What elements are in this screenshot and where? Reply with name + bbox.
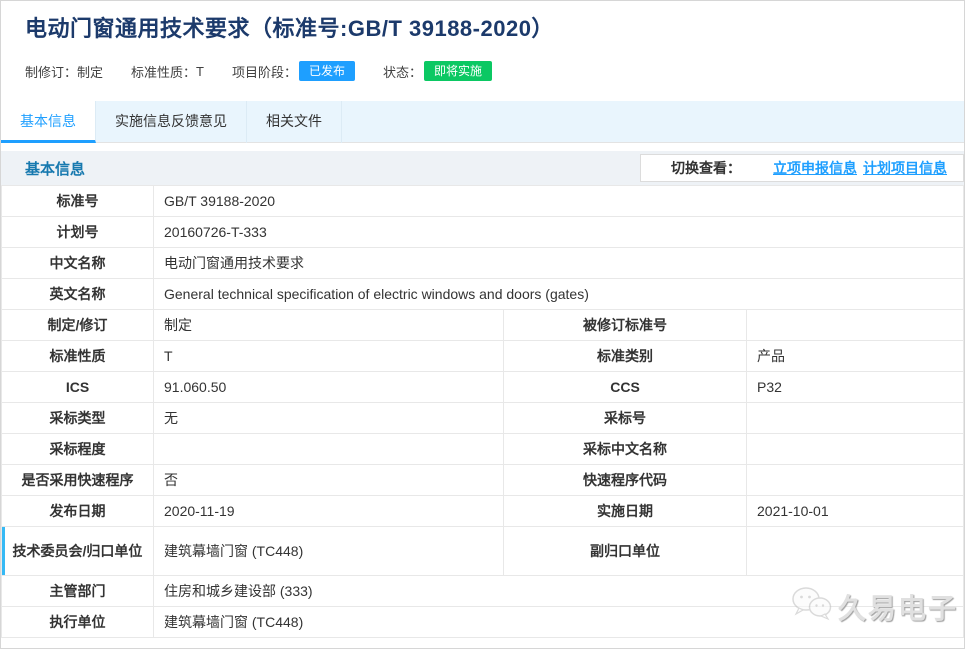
- table-row-adoption-type: 采标类型 无 采标号: [2, 403, 964, 434]
- switch-view-box: 切换查看： 立项申报信息 计划项目信息: [640, 154, 964, 182]
- row-value: [747, 434, 964, 465]
- table-row-chinese-name: 中文名称 电动门窗通用技术要求: [2, 248, 964, 279]
- row-value: [747, 310, 964, 341]
- table-row-ics-ccs: ICS 91.060.50 CCS P32: [2, 372, 964, 403]
- meta-status-label: 状态：: [383, 62, 422, 81]
- page-title: 电动门窗通用技术要求（标准号:GB/T 39188-2020）: [25, 14, 940, 44]
- table-row-executing-unit: 执行单位 建筑幕墙门窗 (TC448): [2, 607, 964, 638]
- table-row-revision-type: 制定/修订 制定 被修订标准号: [2, 310, 964, 341]
- meta-standard-nature-value: T: [196, 64, 204, 79]
- meta-revision: 制修订： 制定: [25, 62, 103, 81]
- tab-implementation-feedback[interactable]: 实施信息反馈意见: [96, 101, 247, 143]
- section-header: 基本信息 切换查看： 立项申报信息 计划项目信息: [1, 151, 964, 185]
- row-value: 91.060.50: [154, 372, 504, 403]
- tab-bar: 基本信息 实施信息反馈意见 相关文件: [1, 101, 964, 143]
- switch-view-label: 切换查看：: [671, 158, 741, 178]
- row-value: 产品: [747, 341, 964, 372]
- row-label: 采标类型: [2, 403, 154, 434]
- page-header: 电动门窗通用技术要求（标准号:GB/T 39188-2020） 制修订： 制定 …: [1, 1, 964, 82]
- row-value: 住房和城乡建设部 (333): [154, 576, 964, 607]
- row-label: 快速程序代码: [504, 465, 747, 496]
- row-label: 采标号: [504, 403, 747, 434]
- tab-basic-info[interactable]: 基本信息: [1, 101, 96, 143]
- row-value: General technical specification of elect…: [154, 279, 964, 310]
- row-label: 采标程度: [2, 434, 154, 465]
- row-value: [747, 403, 964, 434]
- row-value: 2021-10-01: [747, 496, 964, 527]
- row-label: 执行单位: [2, 607, 154, 638]
- row-label: 中文名称: [2, 248, 154, 279]
- table-row-dates: 发布日期 2020-11-19 实施日期 2021-10-01: [2, 496, 964, 527]
- row-label: 被修订标准号: [504, 310, 747, 341]
- row-value: 制定: [154, 310, 504, 341]
- row-value: [747, 527, 964, 576]
- standard-info-table: 标准号 GB/T 39188-2020 计划号 20160726-T-333 中…: [1, 185, 964, 638]
- meta-revision-value: 制定: [77, 62, 103, 81]
- table-row-competent-department: 主管部门 住房和城乡建设部 (333): [2, 576, 964, 607]
- meta-revision-label: 制修订：: [25, 62, 77, 81]
- row-value: GB/T 39188-2020: [154, 186, 964, 217]
- row-label: ICS: [2, 372, 154, 403]
- tab-related-files[interactable]: 相关文件: [247, 101, 342, 143]
- link-project-application-info[interactable]: 立项申报信息: [773, 158, 857, 178]
- section-title: 基本信息: [25, 158, 85, 179]
- row-label: 副归口单位: [504, 527, 747, 576]
- table-row-standard-number: 标准号 GB/T 39188-2020: [2, 186, 964, 217]
- row-value: 建筑幕墙门窗 (TC448): [154, 527, 504, 576]
- row-value: 20160726-T-333: [154, 217, 964, 248]
- stage-badge: 已发布: [299, 61, 355, 81]
- meta-bar: 制修订： 制定 标准性质： T 项目阶段： 已发布 状态： 即将实施: [25, 60, 940, 82]
- row-value: 2020-11-19: [154, 496, 504, 527]
- row-label: 实施日期: [504, 496, 747, 527]
- row-label: 采标中文名称: [504, 434, 747, 465]
- table-row-standard-nature: 标准性质 T 标准类别 产品: [2, 341, 964, 372]
- meta-status: 状态： 即将实施: [383, 61, 492, 81]
- table-row-technical-committee: 技术委员会/归口单位 建筑幕墙门窗 (TC448) 副归口单位: [2, 527, 964, 576]
- row-value: T: [154, 341, 504, 372]
- status-badge: 即将实施: [424, 61, 492, 81]
- row-label: 标准类别: [504, 341, 747, 372]
- table-row-english-name: 英文名称 General technical specification of …: [2, 279, 964, 310]
- row-value: 电动门窗通用技术要求: [154, 248, 964, 279]
- row-label: 英文名称: [2, 279, 154, 310]
- row-value: 建筑幕墙门窗 (TC448): [154, 607, 964, 638]
- table-row-fast-procedure: 是否采用快速程序 否 快速程序代码: [2, 465, 964, 496]
- row-value: [747, 465, 964, 496]
- row-value: 无: [154, 403, 504, 434]
- table-row-adoption-degree: 采标程度 采标中文名称: [2, 434, 964, 465]
- standard-detail-page: 电动门窗通用技术要求（标准号:GB/T 39188-2020） 制修订： 制定 …: [0, 0, 965, 649]
- row-label: 计划号: [2, 217, 154, 248]
- meta-project-stage-label: 项目阶段：: [232, 62, 297, 81]
- link-plan-project-info[interactable]: 计划项目信息: [863, 158, 947, 178]
- meta-standard-nature: 标准性质： T: [131, 62, 204, 81]
- row-value: 否: [154, 465, 504, 496]
- row-label: 是否采用快速程序: [2, 465, 154, 496]
- row-label: 标准性质: [2, 341, 154, 372]
- row-label: 制定/修订: [2, 310, 154, 341]
- meta-standard-nature-label: 标准性质：: [131, 62, 196, 81]
- row-label: 发布日期: [2, 496, 154, 527]
- table-row-plan-number: 计划号 20160726-T-333: [2, 217, 964, 248]
- row-label: 技术委员会/归口单位: [2, 527, 154, 576]
- row-label: 标准号: [2, 186, 154, 217]
- row-value: P32: [747, 372, 964, 403]
- row-label: 主管部门: [2, 576, 154, 607]
- meta-project-stage: 项目阶段： 已发布: [232, 61, 355, 81]
- row-label: CCS: [504, 372, 747, 403]
- row-value: [154, 434, 504, 465]
